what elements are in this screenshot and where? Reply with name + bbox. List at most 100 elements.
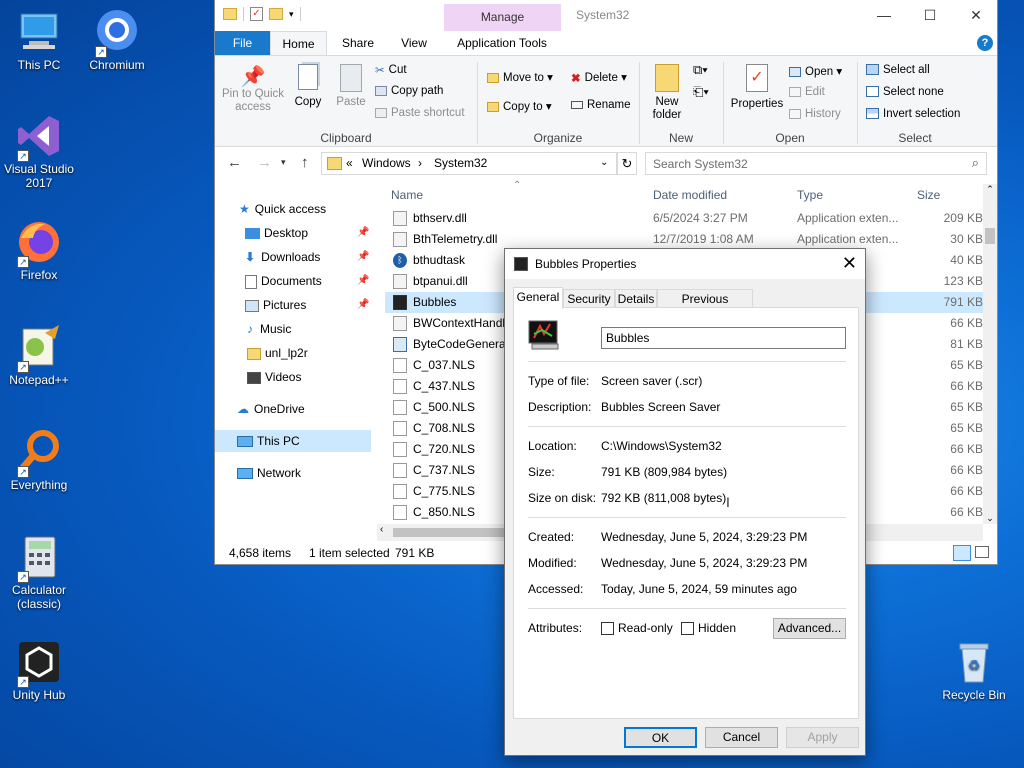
tab-application-tools[interactable]: Application Tools bbox=[447, 31, 557, 55]
scroll-down-icon[interactable]: ⌄ bbox=[983, 513, 997, 524]
invert-selection-button[interactable]: Invert selection bbox=[866, 108, 960, 120]
pin-to-quick-access-button[interactable]: 📌 Pin to Quick access bbox=[221, 66, 285, 114]
tab-file[interactable]: File bbox=[215, 31, 270, 55]
address-dropdown-icon[interactable]: ⌄ bbox=[600, 157, 608, 168]
column-name[interactable]: Name bbox=[391, 184, 423, 206]
nav-desktop[interactable]: Desktop 📌 bbox=[215, 222, 371, 244]
nav-onedrive[interactable]: ☁ OneDrive bbox=[215, 398, 371, 420]
desktop-icon-recycle-bin[interactable]: ♻ Recycle Bin bbox=[936, 638, 1012, 702]
tab-general[interactable]: General bbox=[513, 287, 563, 309]
desktop-icon-firefox[interactable]: ↗ Firefox bbox=[1, 218, 77, 282]
move-to-button[interactable]: Move to ▾ bbox=[487, 70, 553, 84]
manage-context-tab[interactable]: Manage bbox=[444, 4, 561, 31]
shortcut-arrow-icon: ↗ bbox=[17, 676, 29, 688]
nav-downloads[interactable]: ⬇ Downloads 📌 bbox=[215, 246, 371, 268]
desktop-icon-notepad-plus-plus[interactable]: ↗ Notepad++ bbox=[1, 323, 77, 387]
open-button[interactable]: Open ▾ bbox=[789, 64, 842, 78]
file-row[interactable]: bthserv.dll 6/5/2024 3:27 PM Application e… bbox=[385, 208, 983, 229]
sort-ascending-icon: ⌃ bbox=[513, 180, 522, 191]
search-input[interactable]: Search System32 ⌕ bbox=[645, 152, 987, 175]
properties-check-icon[interactable]: ✓ bbox=[250, 7, 263, 21]
properties-button[interactable]: ✓ Properties bbox=[729, 64, 785, 110]
apply-button[interactable]: Apply bbox=[786, 727, 859, 748]
tab-view[interactable]: View bbox=[393, 31, 435, 55]
column-date-modified[interactable]: Date modified bbox=[653, 184, 727, 206]
delete-button[interactable]: ✖ Delete ▾ bbox=[571, 70, 627, 85]
breadcrumb-system32[interactable]: System32 bbox=[434, 156, 487, 170]
advanced-button[interactable]: Advanced... bbox=[773, 618, 846, 639]
documents-icon bbox=[245, 274, 257, 289]
desktop-icon-this-pc[interactable]: This PC bbox=[1, 8, 77, 72]
scroll-left-icon[interactable]: ‹ bbox=[380, 524, 383, 535]
nls-file-icon bbox=[393, 358, 407, 373]
paste-shortcut-button[interactable]: Paste shortcut bbox=[375, 107, 465, 119]
organize-group-label: Organize bbox=[533, 131, 583, 145]
address-bar[interactable]: « Windows › System32 ⌄ bbox=[321, 152, 617, 175]
column-type[interactable]: Type bbox=[797, 184, 823, 206]
ok-button[interactable]: OK bbox=[624, 727, 697, 748]
nav-videos[interactable]: Videos bbox=[215, 366, 371, 388]
address-overflow[interactable]: « bbox=[346, 156, 353, 170]
recent-locations-button[interactable]: ▾ bbox=[281, 157, 286, 168]
refresh-button[interactable]: ↻ bbox=[617, 152, 637, 175]
cloud-icon: ☁ bbox=[237, 402, 249, 416]
desktop-icon-unity-hub[interactable]: ↗ Unity Hub bbox=[1, 638, 77, 702]
new-item-icon[interactable]: ⧉▾ bbox=[693, 62, 708, 78]
close-button[interactable]: ✕ bbox=[953, 0, 999, 31]
desktop-icon-everything[interactable]: ↗ Everything bbox=[1, 428, 77, 492]
file-name-field[interactable]: Bubbles bbox=[601, 327, 846, 349]
history-button[interactable]: History bbox=[789, 108, 841, 120]
nav-documents[interactable]: Documents 📌 bbox=[215, 270, 371, 292]
nav-unl-lp2r[interactable]: unl_lp2r bbox=[215, 342, 371, 364]
tab-previous-versions[interactable]: Previous Versions bbox=[657, 289, 753, 325]
desktop-icon-chromium[interactable]: ↗ Chromium bbox=[79, 8, 155, 72]
minimize-button[interactable]: — bbox=[861, 0, 907, 31]
nav-this-pc[interactable]: This PC bbox=[215, 430, 371, 452]
large-icons-view-icon[interactable] bbox=[975, 546, 989, 558]
details-view-icon[interactable] bbox=[953, 545, 971, 561]
maximize-button[interactable]: ☐ bbox=[907, 0, 953, 31]
cancel-button[interactable]: Cancel bbox=[705, 727, 778, 748]
back-button[interactable]: ← bbox=[227, 154, 242, 171]
folder-icon[interactable] bbox=[223, 8, 237, 20]
nav-network[interactable]: Network bbox=[215, 462, 371, 484]
scroll-up-icon[interactable]: ⌃ bbox=[983, 184, 997, 195]
vertical-scrollbar[interactable]: ⌃ ⌄ bbox=[983, 184, 997, 524]
easy-access-icon[interactable]: ⎗▾ bbox=[693, 84, 709, 100]
tab-share[interactable]: Share bbox=[335, 31, 381, 55]
breadcrumb-windows[interactable]: Windows bbox=[362, 156, 411, 170]
rename-button[interactable]: Rename bbox=[571, 99, 630, 111]
customize-qat-icon[interactable]: ▾ bbox=[289, 9, 294, 20]
general-tab-panel: Bubbles Type of file: Screen saver (.scr… bbox=[513, 307, 859, 719]
up-button[interactable]: ↑ bbox=[301, 154, 309, 171]
column-size[interactable]: Size bbox=[917, 184, 940, 206]
readonly-checkbox[interactable] bbox=[601, 622, 614, 635]
scroll-thumb[interactable] bbox=[985, 228, 995, 244]
tab-details[interactable]: Details bbox=[615, 289, 657, 308]
hidden-checkbox[interactable] bbox=[681, 622, 694, 635]
file-row[interactable]: BthTelemetry.dll 12/7/2019 1:08 AM Applica… bbox=[385, 229, 983, 250]
select-all-button[interactable]: Select all bbox=[866, 64, 930, 76]
properties-icon: ✓ bbox=[746, 64, 768, 92]
select-none-button[interactable]: Select none bbox=[866, 86, 944, 98]
this-pc-icon bbox=[237, 436, 253, 448]
desktop-icon-calculator[interactable]: ↗ Calculator (classic) bbox=[1, 533, 77, 611]
tab-home[interactable]: Home bbox=[270, 31, 327, 55]
nav-pictures[interactable]: Pictures 📌 bbox=[215, 294, 371, 316]
nav-quick-access[interactable]: ★ Quick access bbox=[215, 198, 371, 220]
desktop-icon-visual-studio[interactable]: ↗ Visual Studio 2017 bbox=[1, 112, 77, 190]
tab-security[interactable]: Security bbox=[563, 289, 615, 308]
forward-button[interactable]: → bbox=[257, 154, 272, 171]
cut-button[interactable]: ✂ Cut bbox=[375, 63, 407, 77]
new-folder-button[interactable]: New folder bbox=[647, 64, 687, 122]
paste-button[interactable]: Paste bbox=[335, 64, 367, 108]
edit-button[interactable]: Edit bbox=[789, 86, 825, 98]
copy-to-button[interactable]: Copy to ▾ bbox=[487, 99, 552, 113]
nav-music[interactable]: ♪ Music bbox=[215, 318, 371, 340]
calculator-icon: ↗ bbox=[15, 533, 63, 583]
new-folder-icon[interactable] bbox=[269, 8, 283, 20]
dialog-close-button[interactable]: ✕ bbox=[842, 253, 857, 274]
copy-path-button[interactable]: Copy path bbox=[375, 85, 443, 97]
copy-button[interactable]: Copy bbox=[293, 64, 323, 108]
help-icon[interactable]: ? bbox=[977, 35, 993, 51]
